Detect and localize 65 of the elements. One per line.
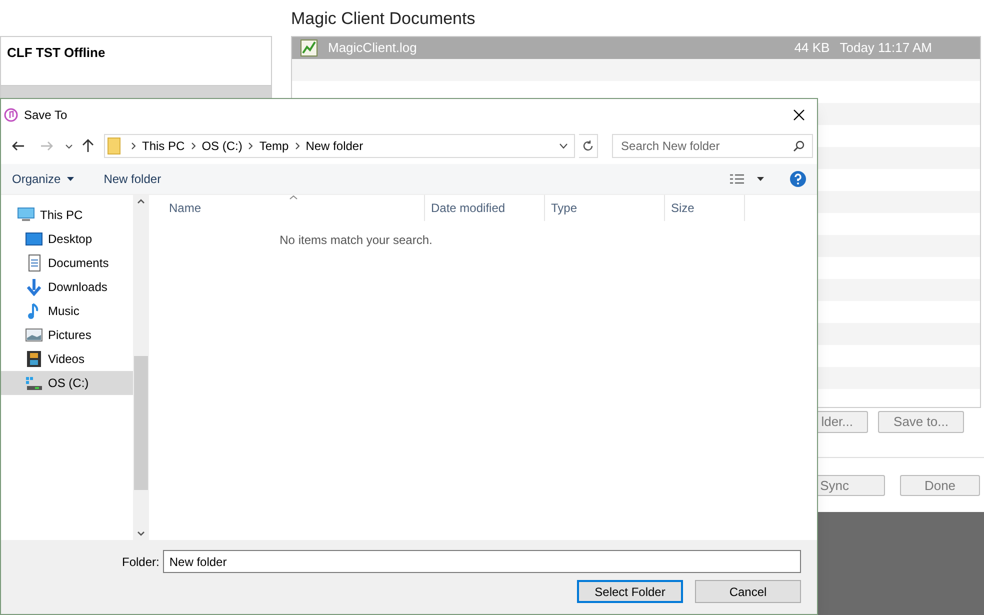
pc-icon <box>17 206 35 224</box>
scrollbar[interactable] <box>133 195 149 540</box>
chevron-down-icon <box>64 144 73 148</box>
refresh-icon <box>582 140 594 152</box>
drive-icon <box>25 374 43 392</box>
nav-item[interactable]: Pictures <box>1 323 133 347</box>
sort-caret-icon <box>289 195 298 200</box>
help-icon <box>790 171 806 187</box>
breadcrumb-item[interactable]: Temp <box>259 137 289 155</box>
up-arrow-icon <box>82 139 94 153</box>
organize-menu[interactable]: Organize <box>12 170 74 188</box>
column-header[interactable]: Size <box>665 195 745 221</box>
address-bar[interactable]: This PC OS (C:) Temp New folder <box>104 134 575 158</box>
file-name: MagicClient.log <box>328 39 418 58</box>
file-size: 44 KB <box>794 39 830 58</box>
nav-item[interactable]: OS (C:) <box>1 371 133 395</box>
music-note-icon <box>4 108 18 122</box>
column-header[interactable]: Type <box>545 195 665 221</box>
nav-item[interactable]: Desktop <box>1 227 133 251</box>
file-date: Today 11:17 AM <box>840 39 932 58</box>
field-label: Folder: <box>122 554 160 570</box>
film-strip-icon <box>25 350 43 368</box>
log-file-icon <box>300 39 318 57</box>
caret-icon <box>66 177 74 181</box>
dialog-button[interactable]: Select Folder <box>577 580 683 603</box>
refresh-button[interactable] <box>578 134 598 158</box>
folder-input[interactable]: New folder <box>163 550 801 573</box>
help-button[interactable] <box>790 171 806 187</box>
breadcrumb-item[interactable]: OS (C:) <box>202 137 242 155</box>
scroll-thumb[interactable] <box>134 356 148 490</box>
scroll-up-icon <box>137 199 145 204</box>
new-folder-button[interactable]: New folder <box>104 170 162 188</box>
empty-message: No items match your search. <box>280 232 432 249</box>
dialog-title: Save To <box>24 106 68 124</box>
window-title: Magic Client Documents <box>291 8 476 30</box>
search-icon <box>793 140 806 152</box>
column-header[interactable]: Date modified <box>425 195 545 221</box>
chevron-down-icon <box>558 143 568 149</box>
scroll-down-icon <box>137 531 145 536</box>
chevron-right-icon <box>294 142 300 150</box>
folder-icon <box>107 137 122 155</box>
nav-item[interactable]: This PC <box>1 203 133 227</box>
picture-icon <box>25 326 43 344</box>
caret-icon <box>757 177 764 181</box>
breadcrumb-item[interactable]: New folder <box>306 137 364 155</box>
list-view-icon <box>729 173 745 185</box>
chevron-right-icon <box>248 142 254 150</box>
monitor-icon <box>25 230 43 248</box>
forward-arrow-icon <box>40 139 54 153</box>
nav-item[interactable]: Downloads <box>1 275 133 299</box>
chevron-right-icon <box>190 142 196 150</box>
close-icon <box>793 108 805 120</box>
app-button[interactable]: Save to... <box>878 411 964 433</box>
nav-item[interactable]: Documents <box>1 251 133 275</box>
breadcrumb-item[interactable]: This PC <box>142 137 185 155</box>
down-arrow-icon <box>25 278 43 296</box>
search-field[interactable]: Search New folder <box>612 134 814 158</box>
nav-item[interactable]: Music <box>1 299 133 323</box>
app-button[interactable]: Done <box>900 475 980 496</box>
dialog-button[interactable]: Cancel <box>695 580 801 603</box>
column-header[interactable]: Name <box>151 195 425 221</box>
chevron-right-icon <box>131 142 136 150</box>
view-menu[interactable] <box>729 173 764 185</box>
nav-item[interactable]: Videos <box>1 347 133 371</box>
back-arrow-icon <box>10 139 25 153</box>
